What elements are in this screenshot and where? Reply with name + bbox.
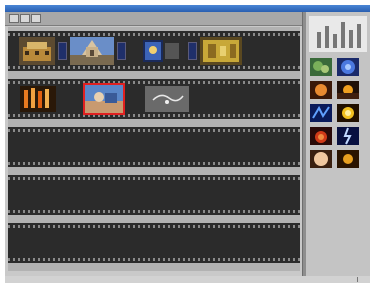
orange-glow-image <box>310 81 332 99</box>
clip-cathedral-image <box>70 37 114 65</box>
video-track-5[interactable] <box>8 223 300 263</box>
thumb-red-fire[interactable] <box>310 127 332 145</box>
level-bar <box>325 26 329 48</box>
clip-gold-relief-image <box>200 37 242 65</box>
video-track-4[interactable] <box>8 175 300 215</box>
clip-blue-scene-image <box>85 85 123 113</box>
thumb-neon-blue[interactable] <box>310 104 332 122</box>
clip-aztec-temple-image <box>19 37 55 65</box>
neon-blue-image <box>310 104 332 122</box>
thumb-green-leaves[interactable] <box>310 58 332 76</box>
level-bar <box>349 30 353 48</box>
application-window <box>5 5 370 283</box>
thumb-golden-sun[interactable] <box>337 150 359 168</box>
clip-night-window-image <box>129 37 185 65</box>
status-separator <box>357 277 358 282</box>
media-library-panel <box>306 12 370 276</box>
storyboard-button[interactable] <box>20 14 30 23</box>
timeline-panel <box>8 27 300 271</box>
thumb-blue-circle[interactable] <box>337 58 359 76</box>
clip-sketch-image <box>145 86 189 112</box>
video-track-2[interactable] <box>8 79 300 119</box>
clip-blue-scene[interactable] <box>83 83 125 115</box>
level-bar <box>317 32 321 48</box>
video-track-1[interactable] <box>8 31 300 71</box>
thumb-sunset[interactable] <box>337 81 359 99</box>
thumb-blue-lightning[interactable] <box>337 127 359 145</box>
toolbar <box>5 12 302 26</box>
transition-marker[interactable] <box>188 42 197 60</box>
blue-circle-image <box>337 58 359 76</box>
clip-orange-lights-image <box>20 86 56 112</box>
level-bar <box>341 22 345 48</box>
clip-aztec-temple[interactable] <box>19 37 55 65</box>
sunset-image <box>337 81 359 99</box>
green-leaves-image <box>310 58 332 76</box>
transition-marker[interactable] <box>117 42 126 60</box>
clip-orange-lights[interactable] <box>20 86 56 112</box>
blue-lightning-image <box>337 127 359 145</box>
timeline-button[interactable] <box>9 14 19 23</box>
clip-cathedral[interactable] <box>70 37 114 65</box>
clip-night-window[interactable] <box>129 37 185 65</box>
zoom-button[interactable] <box>31 14 41 23</box>
level-bar <box>357 24 361 48</box>
title-bar[interactable] <box>5 5 370 12</box>
video-track-3[interactable] <box>8 127 300 167</box>
clip-sketch[interactable] <box>145 86 189 112</box>
red-fire-image <box>310 127 332 145</box>
library-preview <box>309 16 367 52</box>
thumb-pale-fire[interactable] <box>310 150 332 168</box>
pale-fire-image <box>310 150 332 168</box>
thumb-yellow-fire[interactable] <box>337 104 359 122</box>
thumb-orange-glow[interactable] <box>310 81 332 99</box>
clip-gold-relief[interactable] <box>200 37 242 65</box>
level-bar <box>333 34 337 48</box>
transition-marker[interactable] <box>58 42 67 60</box>
status-bar <box>5 276 370 283</box>
golden-sun-image <box>337 150 359 168</box>
yellow-fire-image <box>337 104 359 122</box>
